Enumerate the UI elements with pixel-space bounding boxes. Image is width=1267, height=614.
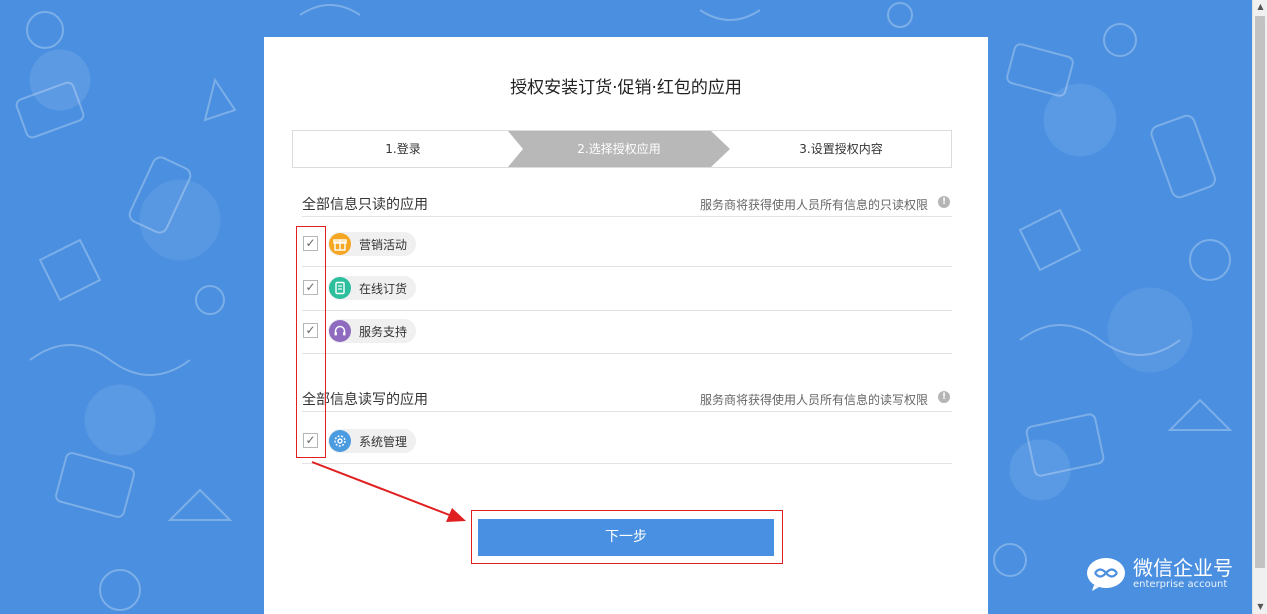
scroll-down-arrow-icon[interactable]: ▼: [1253, 600, 1267, 614]
wechat-enterprise-icon: [1087, 558, 1125, 591]
vertical-scrollbar[interactable]: ▲ ▼: [1252, 0, 1267, 614]
wechat-enterprise-logo: 微信企业号 enterprise account: [1085, 556, 1233, 592]
logo-name: 微信企业号: [1133, 556, 1233, 580]
annotation-arrow-icon: [311, 461, 466, 522]
scroll-thumb[interactable]: [1255, 16, 1265, 568]
logo-subtitle: enterprise account: [1133, 579, 1228, 590]
scroll-up-arrow-icon[interactable]: ▲: [1253, 0, 1267, 14]
